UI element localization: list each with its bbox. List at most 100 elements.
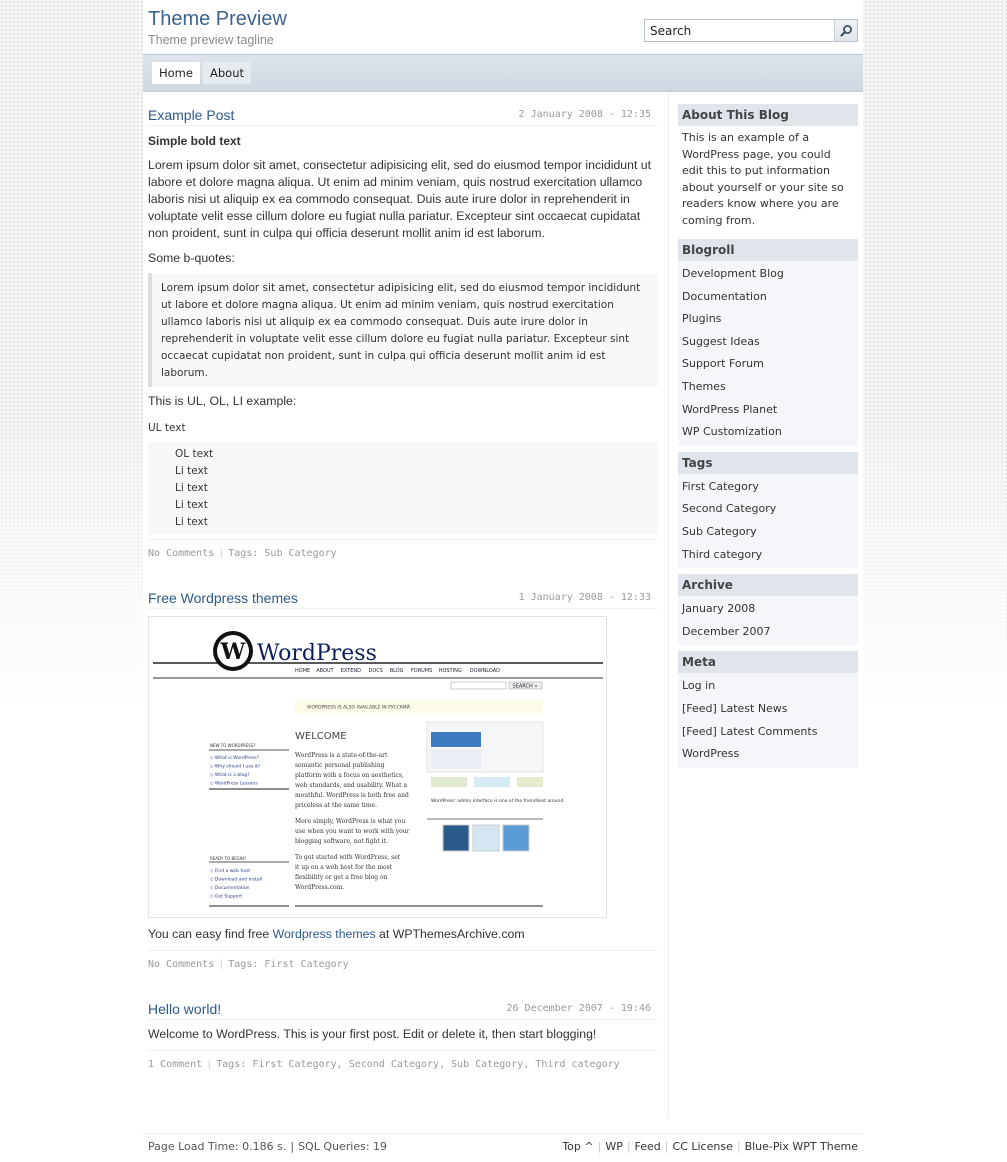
wordpress-screenshot-graphic: W WordPress HOME ABOUT EXTEND DOCS BLOG FORUM…: [153, 631, 603, 907]
meta-link[interactable]: [Feed] Latest Comments: [682, 725, 817, 738]
footer-link-cc-license[interactable]: CC License: [673, 1140, 733, 1153]
widget-title: Tags: [678, 451, 858, 474]
list-item: [Feed] Latest Comments: [682, 721, 854, 744]
wp-text-line: mouthful. WordPress is both free and: [295, 792, 409, 799]
svg-text:READY TO BEGIN?: READY TO BEGIN?: [210, 856, 246, 861]
meta-link[interactable]: [Feed] Latest News: [682, 702, 788, 715]
post-title[interactable]: Free Wordpress themes: [148, 590, 298, 606]
widget-archive: Archive January 2008 December 2007: [678, 574, 858, 646]
tag-link[interactable]: Sub Category: [682, 525, 757, 538]
tags-label: Tags:: [228, 959, 259, 970]
widget-meta: Meta Log in [Feed] Latest News [Feed] La…: [678, 651, 858, 768]
wp-text-line: To get started with WordPress, set: [295, 854, 401, 861]
svg-text:W: W: [220, 639, 246, 665]
list-item: January 2008: [682, 598, 854, 621]
post-meta: 1 Comment | Tags: First Category, Second C…: [148, 1050, 658, 1070]
list-item: WP Customization: [682, 421, 854, 444]
tag-link[interactable]: Sub Category: [451, 1059, 523, 1070]
nav-about[interactable]: About: [203, 62, 252, 84]
footer-link-theme[interactable]: Blue-Pix WPT Theme: [745, 1140, 858, 1153]
footer-links: Top ^ | WP | Feed | CC License | Blue-Pix WPT Th…: [562, 1140, 858, 1153]
post-meta: No Comments | Tags: First Category: [148, 950, 658, 970]
tag-link[interactable]: Third category: [535, 1059, 619, 1070]
comments-link[interactable]: No Comments: [148, 548, 214, 559]
tag-link[interactable]: Sub Category: [264, 548, 336, 559]
wp-nav-item: ABOUT: [316, 668, 334, 674]
main-nav: Home About: [143, 54, 863, 92]
list-item: Suggest Ideas: [682, 331, 854, 354]
blogroll-link[interactable]: WordPress Planet: [682, 403, 777, 416]
wp-nav-item: EXTEND: [341, 668, 361, 674]
widget-about: About This Blog This is an example of a …: [678, 104, 858, 233]
wp-nav-item: BLOG: [390, 668, 404, 674]
wp-sidebar-link: ◇ What is WordPress?: [210, 755, 260, 761]
widget-title: Blogroll: [678, 239, 858, 261]
search-input[interactable]: [645, 20, 834, 41]
search-button[interactable]: [834, 20, 857, 41]
widget-body: First Category Second Category Sub Categ…: [678, 473, 858, 569]
text-before: You can easy find free: [148, 927, 273, 941]
meta-link[interactable]: WordPress: [682, 747, 739, 760]
comments-link[interactable]: No Comments: [148, 959, 214, 970]
wp-sidebar-link: ◇ Documentation: [210, 885, 250, 891]
blogroll-link[interactable]: Themes: [682, 380, 726, 393]
comments-link[interactable]: 1 Comment: [148, 1059, 202, 1070]
wp-text-line: flexibility or get a free blog on: [295, 874, 388, 881]
post-title[interactable]: Hello world!: [148, 1001, 221, 1017]
widget-body: January 2008 December 2007: [678, 596, 858, 646]
wp-text-line: use when you want to work with your: [295, 828, 410, 835]
post-title[interactable]: Example Post: [148, 107, 234, 123]
blogroll-link[interactable]: WP Customization: [682, 425, 782, 438]
wp-text-line: platform with a focus on aesthetics,: [295, 772, 404, 779]
blogroll-link[interactable]: Suggest Ideas: [682, 335, 760, 348]
page: Theme Preview Theme preview tagline Home…: [143, 0, 863, 1162]
svg-text:WordPress' admin interface is: WordPress' admin interface is one of the…: [431, 798, 565, 804]
wp-text-line: web standards, and usability. What a: [295, 782, 407, 789]
tag-link[interactable]: Second Category: [682, 502, 776, 515]
blogroll-link[interactable]: Plugins: [682, 312, 721, 325]
wordpress-screenshot-image[interactable]: W WordPress HOME ABOUT EXTEND DOCS BLOG FORUM…: [148, 616, 607, 918]
site-title[interactable]: Theme Preview: [148, 8, 287, 31]
wp-nav-item: HOSTING: [439, 668, 462, 674]
footer-link-feed[interactable]: Feed: [635, 1140, 661, 1153]
list-item: Li text: [175, 516, 208, 528]
tag-link[interactable]: First Category: [682, 480, 759, 493]
svg-text:SEARCH »: SEARCH »: [513, 684, 538, 690]
blogroll-link[interactable]: Support Forum: [682, 357, 764, 370]
tag-link[interactable]: First Category: [252, 1059, 336, 1070]
footer-link-wp[interactable]: WP: [605, 1140, 623, 1153]
archive-link[interactable]: December 2007: [682, 625, 771, 638]
wp-sidebar-link: ◇ Find a web host: [210, 868, 250, 874]
nav-home[interactable]: Home: [152, 62, 200, 84]
wp-text-line: semantic personal publishing: [295, 762, 385, 769]
list-item: Log in: [682, 675, 854, 698]
wp-sidebar-link: ◇ What is a blog?: [210, 772, 250, 778]
list-item: Second Category: [682, 498, 854, 521]
wp-sidebar-link: ◇ Why should I use it?: [210, 764, 261, 770]
post-paragraph: Lorem ipsum dolor sit amet, consectetur …: [148, 158, 652, 240]
footer-link-top[interactable]: Top ^: [562, 1140, 593, 1153]
wp-sidebar-link: ◇ Download and Install: [210, 877, 262, 883]
blogroll-link[interactable]: Development Blog: [682, 267, 784, 280]
wordpress-themes-link[interactable]: Wordpress themes: [273, 927, 376, 941]
archive-link[interactable]: January 2008: [682, 602, 755, 615]
list-item: Li text: [175, 465, 208, 477]
blockquote: Lorem ipsum dolor sit amet, consectetur …: [148, 273, 658, 387]
wp-sidebar-link: ◇ Get Support: [210, 894, 242, 900]
list-item: WordPress Planet: [682, 399, 854, 422]
blogroll-link[interactable]: Documentation: [682, 290, 767, 303]
bquote-intro: Some b-quotes:: [148, 251, 235, 265]
wp-nav-item: DOWNLOAD: [470, 668, 500, 674]
post-header: Example Post 2 January 2008 - 12:35: [148, 104, 658, 126]
svg-text:WORDPRESS IS ALSO AVAILABLE IN: WORDPRESS IS ALSO AVAILABLE IN РУССКИЙ.: [307, 704, 411, 711]
tag-link[interactable]: Second Category: [349, 1059, 439, 1070]
bold-text: Simple bold text: [148, 134, 241, 148]
tag-link[interactable]: First Category: [264, 959, 348, 970]
footer-divider: [143, 1133, 863, 1134]
tag-link[interactable]: Third category: [682, 548, 762, 561]
list-item: Sub Category: [682, 521, 854, 544]
widget-tags: Tags First Category Second Category Sub …: [678, 451, 858, 569]
meta-link[interactable]: Log in: [682, 679, 715, 692]
text-after: at WPThemesArchive.com: [375, 927, 525, 941]
list-item: Plugins: [682, 308, 854, 331]
